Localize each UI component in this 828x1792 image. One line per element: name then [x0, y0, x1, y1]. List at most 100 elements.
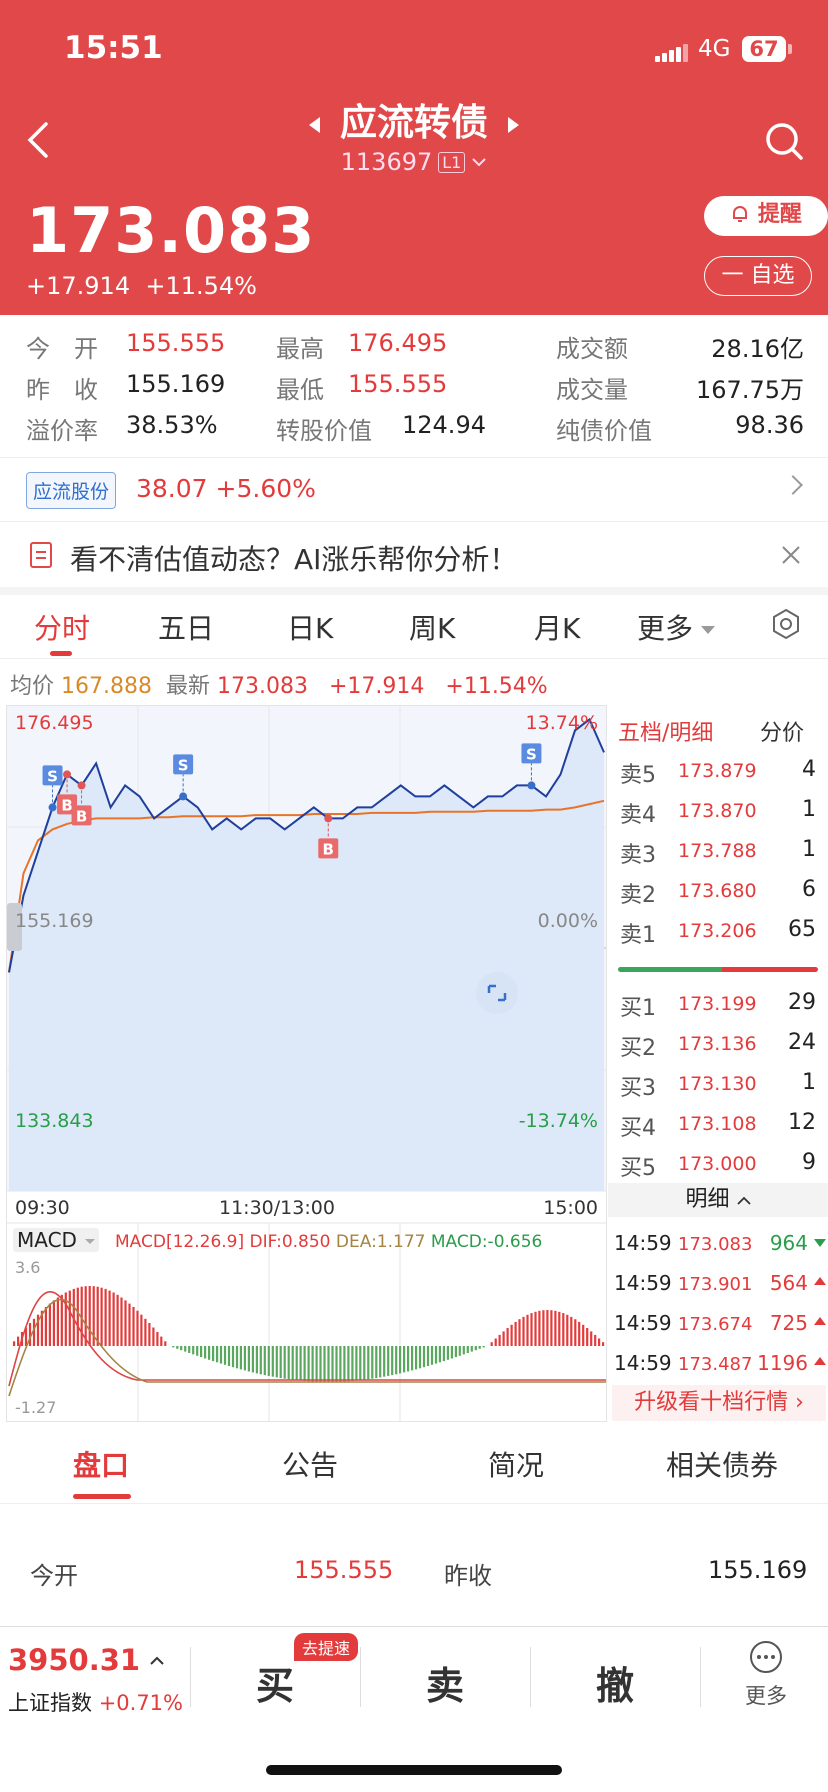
macd-select[interactable]: MACD — [13, 1228, 99, 1252]
macd-bar — [470, 1346, 473, 1352]
macd-bar — [17, 1336, 20, 1346]
macd-bar — [243, 1346, 246, 1371]
ai-banner[interactable]: 看不清估值动态？AI涨乐帮你分析！ — [0, 521, 828, 587]
macd-bar — [490, 1342, 493, 1346]
macd-bar — [68, 1290, 71, 1346]
macd-bar — [112, 1292, 115, 1346]
macd-bar — [48, 1303, 51, 1346]
settings-icon[interactable] — [770, 608, 802, 640]
cancel-order-button[interactable]: 撤 — [575, 1655, 655, 1710]
tick-row: 14:59 173.487 1196 — [614, 1351, 826, 1375]
macd-bar — [327, 1346, 330, 1382]
macd-bar — [331, 1346, 334, 1382]
macd-bar — [128, 1303, 131, 1346]
expand-icon[interactable] — [476, 972, 518, 1014]
upgrade-level10-button[interactable]: 升级看十档行情 › — [612, 1385, 826, 1421]
svg-text:S: S — [526, 745, 537, 763]
macd-bar — [598, 1338, 601, 1346]
ask-4: 卖4 173.870 1 — [620, 797, 816, 828]
macd-bar — [506, 1328, 509, 1346]
open-value: 155.555 — [126, 329, 226, 357]
stock-tag: 应流股份 — [26, 472, 117, 509]
macd-bar — [415, 1346, 418, 1370]
high-label: 最高 — [276, 335, 324, 363]
detail-toggle[interactable]: 明细 — [608, 1183, 828, 1217]
tab-announcement[interactable]: 公告 — [282, 1444, 338, 1484]
macd-bar — [578, 1321, 581, 1346]
pankou-prev-value: 155.169 — [708, 1556, 808, 1584]
macd-bar — [570, 1316, 573, 1346]
pankou-open-label: 今开 — [30, 1562, 78, 1590]
bid-ask-ratio-bar — [618, 967, 818, 972]
close-icon[interactable] — [780, 544, 802, 566]
more-label: 更多 — [745, 1684, 787, 1708]
search-icon[interactable] — [763, 120, 805, 162]
macd-bar — [108, 1290, 111, 1346]
macd-bar — [446, 1346, 449, 1360]
buy-button[interactable]: 买 — [235, 1655, 315, 1710]
macd-bar — [434, 1346, 438, 1364]
macd-bar — [208, 1346, 211, 1360]
macd-bar — [299, 1346, 302, 1381]
macd-bar — [303, 1346, 306, 1381]
divider — [360, 1647, 361, 1707]
macd-bar — [259, 1346, 262, 1375]
tab-related-bonds[interactable]: 相关债券 — [666, 1444, 778, 1484]
svg-text:B: B — [76, 807, 87, 825]
bond-code-row[interactable]: 113697 L1 — [0, 148, 828, 176]
tab-daily-k[interactable]: 日K — [287, 607, 333, 647]
remind-button[interactable]: 提醒 — [704, 196, 828, 236]
change-value: +17.914 — [26, 272, 131, 300]
add-favorite-button[interactable]: 一 自选 — [704, 256, 812, 296]
divider — [0, 587, 828, 595]
prev-stock-icon[interactable] — [309, 116, 320, 133]
macd-bar — [188, 1346, 191, 1353]
amount-label: 成交额 — [556, 335, 628, 363]
tab-pankou[interactable]: 盘口 — [73, 1444, 129, 1484]
level-badge: L1 — [438, 152, 466, 173]
high-value: 176.495 — [348, 329, 448, 357]
intraday-chart[interactable]: SBBSBS 176.495 13.74% 155.169 0.00% 133.… — [6, 705, 607, 1422]
tab-five-day[interactable]: 五日 — [158, 607, 214, 647]
macd-bar — [399, 1346, 402, 1374]
tab-monthly-k[interactable]: 月K — [534, 607, 580, 647]
macd-bar — [279, 1346, 282, 1379]
ask-1: 卖1 173.206 65 — [620, 917, 816, 948]
macd-bar — [550, 1310, 553, 1346]
orderbook-title[interactable]: 五档/明细 — [618, 715, 713, 747]
macd-bar — [124, 1300, 127, 1346]
macd-bar — [13, 1341, 16, 1346]
macd-bar — [482, 1346, 485, 1348]
last-value: 173.083 — [217, 674, 308, 699]
low-value: 155.555 — [348, 370, 448, 398]
macd-bar — [558, 1311, 561, 1346]
macd-dea: DEA:1.177 — [335, 1232, 426, 1252]
tab-more[interactable]: 更多 — [637, 607, 716, 647]
bottom-toolbar: 3950.31 上证指数 +0.71% 买 去提速 卖 撤 更多 — [0, 1626, 828, 1792]
tab-profile[interactable]: 简况 — [488, 1444, 544, 1484]
macd-bar — [291, 1346, 294, 1380]
tab-intraday[interactable]: 分时 — [34, 607, 90, 647]
bid-1: 买1 173.199 29 — [620, 990, 816, 1021]
sell-button[interactable]: 卖 — [405, 1655, 485, 1710]
chevron-down-icon — [472, 158, 487, 167]
quote-panel: 今 开 155.555 最高 176.495 成交额 28.16亿 昨 收 15… — [0, 315, 828, 457]
stock-quote: 38.07 +5.60% — [136, 474, 316, 503]
upgrade-label: 升级看十档行情 — [634, 1390, 789, 1415]
macd-bar — [315, 1346, 318, 1382]
price-dist-tab[interactable]: 分价 — [760, 715, 804, 747]
next-stock-icon[interactable] — [508, 116, 519, 133]
pankou-open-value: 155.555 — [294, 1556, 394, 1584]
avg-label: 均价 — [10, 674, 55, 699]
tab-weekly-k[interactable]: 周K — [409, 607, 455, 647]
macd-bar — [219, 1346, 223, 1364]
chevron-up-icon — [736, 1196, 751, 1205]
macd-bar — [590, 1331, 593, 1346]
underlying-stock-row[interactable]: 应流股份 38.07 +5.60% — [0, 457, 828, 521]
macd-bar — [44, 1307, 47, 1346]
ask-3: 卖3 173.788 1 — [620, 837, 816, 868]
document-icon — [30, 542, 52, 568]
macd-bar — [104, 1288, 107, 1346]
more-button[interactable]: 更多 — [740, 1639, 792, 1710]
macd-bar — [526, 1314, 529, 1346]
